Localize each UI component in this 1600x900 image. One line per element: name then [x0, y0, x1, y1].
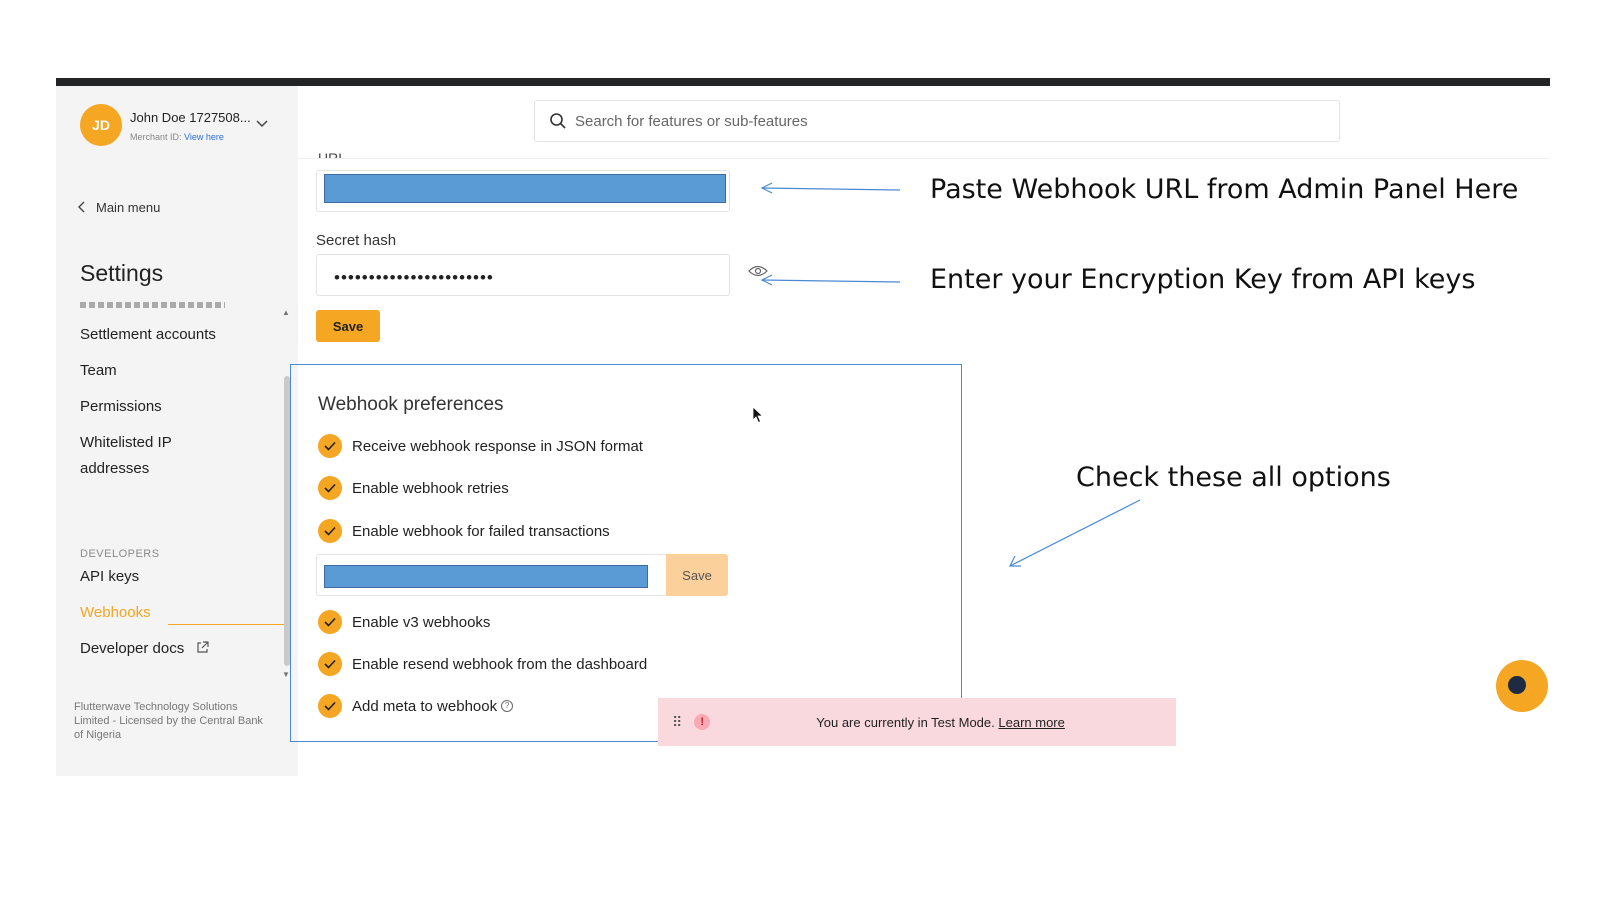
window-top-bar: [56, 78, 1550, 86]
avatar[interactable]: JD: [80, 104, 122, 146]
sidebar-item-team[interactable]: Team: [80, 358, 117, 384]
url-value-redacted: [324, 174, 726, 203]
checkbox-checked-icon[interactable]: [318, 652, 342, 676]
sidebar-item-webhooks[interactable]: Webhooks: [80, 600, 151, 626]
option-label: Enable v3 webhooks: [352, 613, 491, 631]
scroll-up-arrow[interactable]: ▲: [282, 308, 290, 317]
checkmark-icon: [324, 617, 336, 627]
checkbox-checked-icon[interactable]: [318, 434, 342, 458]
option-label: Enable webhook for failed transactions: [352, 522, 610, 540]
merchant-id: Merchant ID: View here: [130, 132, 224, 142]
search-input[interactable]: Search for features or sub-features: [575, 113, 808, 130]
annotation-url: Paste Webhook URL from Admin Panel Here: [930, 174, 1519, 205]
sidebar: JD John Doe 1727508... Merchant ID: View…: [56, 86, 298, 776]
chevron-left-icon: [78, 201, 85, 213]
test-mode-message: You are currently in Test Mode. Learn mo…: [816, 715, 1065, 730]
test-mode-text: You are currently in Test Mode.: [816, 714, 995, 730]
sidebar-item-whitelisted-ip[interactable]: Whitelisted IP addresses: [80, 430, 200, 482]
view-merchant-id-link[interactable]: View here: [184, 132, 224, 142]
external-link-icon: [197, 641, 210, 653]
option-json-format[interactable]: Receive webhook response in JSON format: [318, 434, 643, 458]
sidebar-item-partial[interactable]: [80, 302, 225, 308]
option-retries[interactable]: Enable webhook retries: [318, 476, 509, 500]
mouse-cursor-icon: [752, 406, 764, 424]
checkmark-icon: [324, 526, 336, 536]
merchant-id-label: Merchant ID:: [130, 132, 185, 142]
annotation-secret: Enter your Encryption Key from API keys: [930, 264, 1476, 295]
option-meta[interactable]: Add meta to webhook ?: [318, 694, 514, 718]
option-v3-webhooks[interactable]: Enable v3 webhooks: [318, 610, 490, 634]
header: Search for features or sub-features: [298, 86, 1550, 159]
checkbox-checked-icon[interactable]: [318, 694, 342, 718]
search-bar[interactable]: Search for features or sub-features: [534, 100, 1340, 142]
checkmark-icon: [324, 441, 336, 451]
checkmark-icon: [324, 483, 336, 493]
option-label: Enable resend webhook from the dashboard: [352, 655, 648, 673]
option-label: Enable webhook retries: [352, 479, 509, 497]
chevron-down-icon[interactable]: [256, 120, 268, 128]
failed-url-save-button[interactable]: Save: [666, 554, 728, 596]
help-icon[interactable]: ?: [501, 700, 514, 712]
option-label: Add meta to webhook: [352, 697, 498, 715]
url-field[interactable]: [316, 170, 730, 212]
option-label: Receive webhook response in JSON format: [352, 437, 643, 455]
eye-icon[interactable]: [748, 264, 768, 278]
warning-icon: !: [694, 714, 711, 730]
annotation-highlight-box: [290, 364, 962, 742]
checkmark-icon: [324, 659, 336, 669]
checkbox-checked-icon[interactable]: [318, 610, 342, 634]
sidebar-footer: Flutterwave Technology Solutions Limited…: [74, 701, 263, 741]
option-resend-dashboard[interactable]: Enable resend webhook from the dashboard: [318, 652, 647, 676]
sidebar-item-permissions[interactable]: Permissions: [80, 394, 162, 420]
sidebar-item-settlement-accounts[interactable]: Settlement accounts: [80, 322, 216, 348]
scroll-down-arrow[interactable]: ▼: [282, 670, 290, 679]
main-menu-label: Main menu: [96, 200, 161, 215]
checkmark-icon: [324, 701, 336, 711]
failed-url-value-redacted: [324, 565, 648, 588]
webhook-preferences-title: Webhook preferences: [318, 394, 504, 415]
test-mode-banner: ⠿ ! You are currently in Test Mode. Lear…: [658, 698, 1176, 746]
secret-hash-label: Secret hash: [316, 232, 397, 249]
sidebar-item-developer-docs[interactable]: Developer docs: [80, 636, 210, 662]
developers-section-label: DEVELOPERS: [80, 548, 160, 560]
save-button[interactable]: Save: [316, 310, 380, 342]
annotation-options: Check these all options: [1076, 462, 1391, 493]
failed-transactions-url-field[interactable]: [316, 554, 668, 596]
search-icon: [550, 113, 566, 129]
secret-hash-value: •••••••••••••••••••••••: [334, 268, 494, 287]
chat-icon: [1508, 676, 1526, 694]
settings-title: Settings: [80, 260, 164, 286]
url-label: URL: [318, 150, 347, 158]
main-menu-link[interactable]: Main menu: [78, 200, 160, 215]
drag-handle-icon[interactable]: ⠿: [672, 714, 682, 731]
checkbox-checked-icon[interactable]: [318, 476, 342, 500]
checkbox-checked-icon[interactable]: [318, 519, 342, 543]
active-indicator: [168, 624, 285, 625]
learn-more-link[interactable]: Learn more: [998, 715, 1064, 730]
developer-docs-label: Developer docs: [80, 640, 185, 657]
sidebar-item-api-keys[interactable]: API keys: [80, 564, 139, 590]
option-failed-transactions[interactable]: Enable webhook for failed transactions: [318, 519, 610, 543]
account-name[interactable]: John Doe 1727508...: [130, 110, 251, 125]
